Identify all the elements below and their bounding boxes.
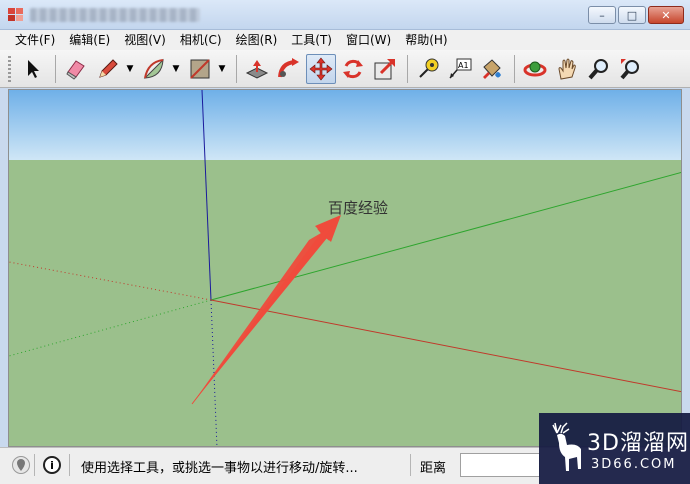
rotate-tool-button[interactable] — [338, 54, 368, 84]
menu-window[interactable]: 窗口(W) — [339, 30, 398, 50]
status-divider — [34, 454, 35, 476]
red-axis-negative — [9, 261, 212, 301]
zoom-tool-button[interactable] — [584, 54, 614, 84]
select-arrow-icon — [28, 59, 39, 78]
red-axis-positive — [210, 299, 681, 393]
main-toolbar: ▼ ▼ ▼ A1 — [0, 50, 690, 88]
menu-tools[interactable]: 工具(T) — [284, 30, 339, 50]
eraser-icon — [66, 59, 85, 80]
zoom-icon — [588, 58, 608, 79]
menu-file[interactable]: 文件(F) — [8, 30, 62, 50]
toolbar-separator — [407, 54, 408, 83]
blue-axis-positive — [201, 90, 212, 301]
pan-hand-icon — [558, 58, 576, 80]
menu-draw[interactable]: 绘图(R) — [229, 30, 285, 50]
distance-label: 距离 — [420, 461, 447, 476]
eraser-tool-button[interactable] — [61, 54, 91, 84]
menu-bar: 文件(F) 编辑(E) 视图(V) 相机(C) 绘图(R) 工具(T) 窗口(W… — [0, 30, 690, 50]
scale-icon — [374, 58, 395, 79]
toolbar-separator — [236, 54, 237, 83]
zoom-extents-icon — [620, 58, 639, 79]
window-title-blurred — [30, 8, 200, 22]
geo-location-icon[interactable] — [12, 456, 30, 474]
move-tool-button[interactable] — [306, 53, 336, 84]
pencil-tool-button[interactable] — [93, 54, 123, 84]
site-watermark: 3D溜溜网 3D66.COM — [539, 413, 690, 484]
status-divider — [69, 454, 70, 476]
text-tool-glyph: A1 — [458, 61, 469, 70]
rectangle-dropdown-chevron-down-icon[interactable]: ▼ — [217, 54, 227, 84]
tape-measure-icon — [419, 58, 439, 78]
follow-me-tool-button[interactable] — [274, 54, 304, 84]
close-button[interactable]: ✕ — [648, 6, 684, 24]
watermark-sub-text: 3D66.COM — [591, 457, 677, 472]
paint-bucket-tool-button[interactable] — [477, 54, 507, 84]
status-message: 使用选择工具，或挑选一事物以进行移动/旋转... — [81, 461, 358, 476]
text-label-icon: A1 — [449, 58, 472, 78]
deer-logo-icon — [552, 422, 581, 471]
move-icon — [309, 57, 333, 80]
arc-tool-button[interactable] — [139, 54, 169, 84]
toolbar-separator — [514, 54, 515, 83]
text-tool-button[interactable]: A1 — [445, 54, 475, 84]
rectangle-tool-button[interactable] — [185, 54, 215, 84]
maximize-button[interactable]: □ — [618, 6, 646, 24]
select-tool-button[interactable] — [18, 54, 48, 84]
modeling-viewport[interactable]: 百度经验 — [8, 89, 682, 447]
status-divider — [410, 454, 411, 476]
title-bar: – □ ✕ — [0, 0, 690, 30]
paint-bucket-icon — [483, 58, 501, 79]
pencil-icon — [99, 58, 118, 78]
pencil-dropdown-chevron-down-icon[interactable]: ▼ — [125, 54, 135, 84]
sketchup-app-icon — [8, 8, 24, 22]
menu-edit[interactable]: 编辑(E) — [62, 30, 117, 50]
measurements-input[interactable] — [460, 453, 540, 477]
push-pull-tool-button[interactable] — [242, 54, 272, 84]
toolbar-separator — [55, 54, 56, 83]
axes-scene — [9, 90, 681, 446]
watermark-main-text: 3D溜溜网 — [587, 431, 689, 456]
arc-icon — [143, 58, 164, 79]
scale-tool-button[interactable] — [370, 54, 400, 84]
arc-dropdown-chevron-down-icon[interactable]: ▼ — [171, 54, 181, 84]
rotate-icon — [343, 59, 363, 78]
orbit-icon — [523, 61, 547, 76]
menu-help[interactable]: 帮助(H) — [398, 30, 454, 50]
tape-measure-tool-button[interactable] — [413, 54, 443, 84]
menu-camera[interactable]: 相机(C) — [173, 30, 229, 50]
zoom-extents-tool-button[interactable] — [616, 54, 646, 84]
annotation-text: 百度经验 — [328, 199, 389, 217]
green-axis-negative — [9, 299, 212, 357]
menu-view[interactable]: 视图(V) — [117, 30, 173, 50]
push-pull-icon — [245, 59, 269, 79]
orbit-tool-button[interactable] — [520, 54, 550, 84]
follow-me-icon — [278, 57, 299, 77]
minimize-button[interactable]: – — [588, 6, 616, 24]
rectangle-icon — [190, 58, 210, 79]
toolbar-grip[interactable] — [8, 56, 11, 82]
pan-tool-button[interactable] — [552, 54, 582, 84]
instructor-info-icon[interactable]: i — [43, 456, 61, 474]
